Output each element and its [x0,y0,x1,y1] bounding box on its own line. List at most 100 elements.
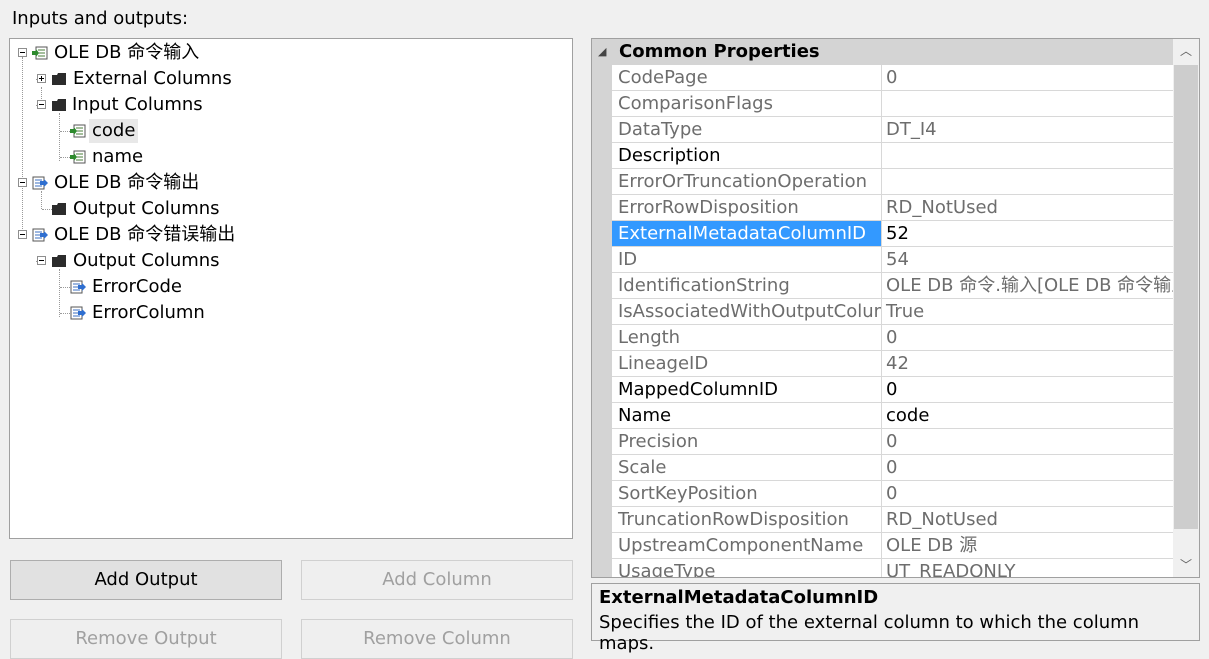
property-row-truncationrowdisposition[interactable]: TruncationRowDisposition RD_NotUsed [612,507,1174,533]
tree-node-label: name [92,146,144,167]
remove-output-button[interactable]: Remove Output [10,619,282,659]
grid-gutter [592,65,612,577]
property-name: ComparisonFlags [612,91,882,117]
tree-connector [41,191,42,209]
inputs-outputs-tree[interactable]: OLE DB 命令输入 External Columns Input Colum… [9,38,573,539]
property-name: IdentificationString [612,273,882,299]
property-value[interactable] [882,143,1174,169]
property-name: ExternalMetadataColumnID [612,221,882,247]
folder-icon [52,73,66,85]
property-value[interactable] [882,169,1174,195]
property-value[interactable] [882,91,1174,117]
property-name: LineageID [612,351,882,377]
property-value[interactable]: True [882,299,1174,325]
add-output-button[interactable]: Add Output [10,560,282,600]
property-name: ErrorRowDisposition [612,195,882,221]
property-row-lineageid[interactable]: LineageID 42 [612,351,1174,377]
expand-icon[interactable] [37,74,46,83]
property-value[interactable]: 0 [882,325,1174,351]
tree-node-label: code [89,119,139,143]
property-row-isassociatedwithoutputcolum[interactable]: IsAssociatedWithOutputColum True [612,299,1174,325]
property-value[interactable]: OLE DB 命令.输入[OLE DB 命令输入 [882,273,1174,299]
property-row-identificationstring[interactable]: IdentificationString OLE DB 命令.输入[OLE DB … [612,273,1174,299]
category-title: Common Properties [619,41,820,62]
tree-node-label: Output Columns [73,198,220,219]
scroll-down-icon[interactable]: ﹀ [1173,553,1199,577]
tree-connector [59,113,60,161]
property-value[interactable]: 0 [882,455,1174,481]
property-row-description[interactable]: Description [612,143,1174,169]
property-name: ID [612,247,882,273]
property-value[interactable]: code [882,403,1174,429]
property-row-length[interactable]: Length 0 [612,325,1174,351]
property-row-errorortruncationoperation[interactable]: ErrorOrTruncationOperation [612,169,1174,195]
property-name: MappedColumnID [612,377,882,403]
collapse-icon[interactable] [18,178,27,187]
remove-column-button[interactable]: Remove Column [301,619,573,659]
description-title: ExternalMetadataColumnID [599,587,879,608]
collapse-icon[interactable] [37,256,46,265]
add-column-button[interactable]: Add Column [301,560,573,600]
property-row-scale[interactable]: Scale 0 [612,455,1174,481]
description-text: Specifies the ID of the external column … [599,612,1140,654]
tree-node-label: OLE DB 命令输出 [54,172,200,193]
property-name: Length [612,325,882,351]
property-value[interactable]: OLE DB 源 [882,533,1174,559]
property-name: Name [612,403,882,429]
property-name: UsageType [612,559,882,577]
property-value[interactable]: 54 [882,247,1174,273]
property-row-name[interactable]: Name code [612,403,1174,429]
input-column-icon [70,150,86,164]
property-row-sortkeyposition[interactable]: SortKeyPosition 0 [612,481,1174,507]
property-grid[interactable]: ◢ Common Properties CodePage 0 ComparisonF… [591,38,1200,578]
property-value[interactable]: RD_NotUsed [882,195,1174,221]
property-name: Precision [612,429,882,455]
property-value[interactable]: RD_NotUsed [882,507,1174,533]
property-row-upstreamcomponentname[interactable]: UpstreamComponentName OLE DB 源 [612,533,1174,559]
property-row-codepage[interactable]: CodePage 0 [612,65,1174,91]
folder-icon [52,203,66,215]
property-row-errorrowdisposition[interactable]: ErrorRowDisposition RD_NotUsed [612,195,1174,221]
property-name: IsAssociatedWithOutputColum [612,299,882,325]
output-column-icon [70,280,86,294]
tree-node-label: Input Columns [72,94,203,115]
tree-connector [22,57,23,239]
property-name: CodePage [612,65,882,91]
property-row-id[interactable]: ID 54 [612,247,1174,273]
scroll-up-icon[interactable]: ︿ [1173,39,1199,63]
property-value[interactable]: 0 [882,377,1174,403]
tree-connector [59,269,60,317]
property-row-mappedcolumnid[interactable]: MappedColumnID 0 [612,377,1174,403]
output-column-icon [70,306,86,320]
input-column-icon [70,124,86,138]
property-value[interactable]: UT_READONLY [882,559,1174,577]
output-icon [32,176,48,190]
tree-node-label: External Columns [73,68,232,89]
property-name: ErrorOrTruncationOperation [612,169,882,195]
collapse-icon[interactable] [18,48,27,57]
collapse-triangle-icon[interactable]: ◢ [598,39,606,65]
scroll-thumb[interactable] [1174,65,1198,529]
collapse-icon[interactable] [18,230,27,239]
tree-node-label: OLE DB 命令错误输出 [54,224,236,245]
property-row-precision[interactable]: Precision 0 [612,429,1174,455]
property-row-usagetype[interactable]: UsageType UT_READONLY [612,559,1174,577]
property-row-datatype[interactable]: DataType DT_I4 [612,117,1174,143]
collapse-icon[interactable] [37,100,46,109]
output-icon [32,228,48,242]
property-value[interactable]: 52 [882,221,1174,247]
property-value[interactable]: DT_I4 [882,117,1174,143]
property-row-externalmetadatacolumnid[interactable]: ExternalMetadataColumnID 52 [612,221,1174,247]
category-header[interactable]: ◢ Common Properties [592,39,1173,65]
description-panel: ExternalMetadataColumnID Specifies the I… [591,583,1200,654]
property-value[interactable]: 0 [882,481,1174,507]
property-value[interactable]: 42 [882,351,1174,377]
tree-node-label: Output Columns [73,250,220,271]
tree-node-label: ErrorCode [92,276,182,297]
property-value[interactable]: 0 [882,65,1174,91]
property-row-comparisonflags[interactable]: ComparisonFlags [612,91,1174,117]
folder-icon [52,99,66,111]
property-name: TruncationRowDisposition [612,507,882,533]
vertical-scrollbar[interactable]: ︿ ﹀ [1173,39,1199,577]
property-value[interactable]: 0 [882,429,1174,455]
